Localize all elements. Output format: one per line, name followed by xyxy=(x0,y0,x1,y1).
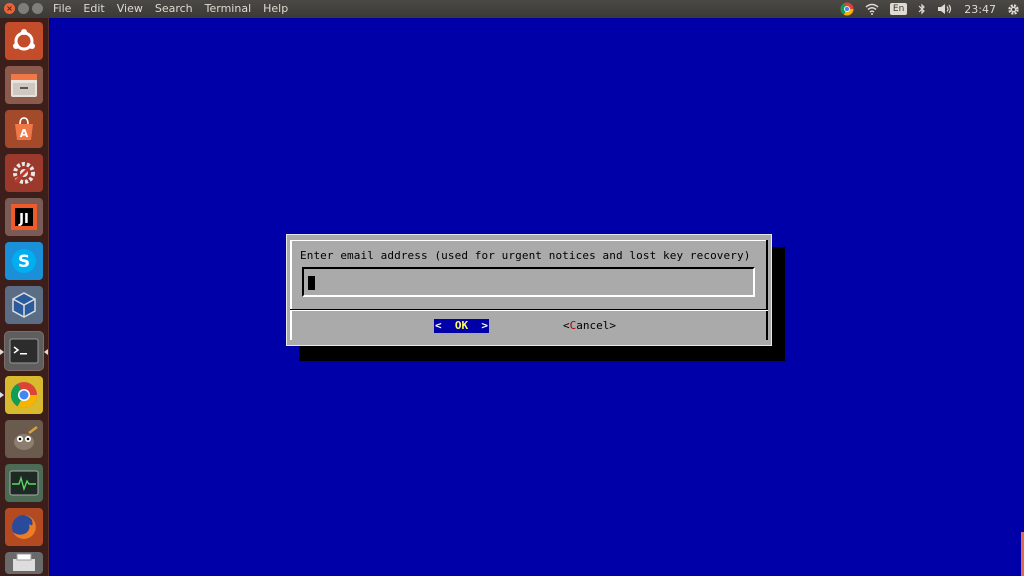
skype-icon[interactable]: S xyxy=(5,242,43,280)
divider xyxy=(290,310,768,311)
ok-left-bracket: < xyxy=(435,319,442,332)
cancel-right-bracket: > xyxy=(609,319,616,332)
bluetooth-icon[interactable] xyxy=(918,3,926,15)
minimize-window-button[interactable] xyxy=(18,3,29,14)
menu-terminal[interactable]: Terminal xyxy=(205,2,252,15)
system-monitor-icon[interactable] xyxy=(5,464,43,502)
menu-edit[interactable]: Edit xyxy=(83,2,104,15)
svg-text:A: A xyxy=(20,127,29,140)
svg-text:JI: JI xyxy=(18,212,29,227)
ok-label: OK xyxy=(454,319,469,332)
dialog-frame xyxy=(290,240,768,241)
email-input-dialog: Enter email address (used for urgent not… xyxy=(286,234,772,346)
close-window-button[interactable]: × xyxy=(4,3,15,14)
menu-help[interactable]: Help xyxy=(263,2,288,15)
volume-icon[interactable] xyxy=(937,3,953,15)
settings-icon[interactable] xyxy=(5,154,43,192)
gear-icon[interactable] xyxy=(1007,3,1020,16)
cancel-left-bracket: < xyxy=(563,319,570,332)
software-center-icon[interactable]: A xyxy=(5,110,43,148)
ok-right-bracket: > xyxy=(481,319,488,332)
running-indicator xyxy=(0,349,4,355)
gimp-icon[interactable] xyxy=(5,420,43,458)
launcher: A JI S xyxy=(0,18,49,576)
virtualbox-icon[interactable] xyxy=(5,286,43,324)
menu-view[interactable]: View xyxy=(117,2,143,15)
terminal-icon[interactable] xyxy=(4,331,44,371)
window-controls: × xyxy=(4,3,43,14)
focused-indicator xyxy=(44,349,48,355)
dialog-frame xyxy=(766,240,768,340)
cancel-label: ancel xyxy=(576,319,610,332)
maximize-window-button[interactable] xyxy=(32,3,43,14)
dialog-prompt: Enter email address (used for urgent not… xyxy=(300,249,751,262)
ubuntu-icon[interactable] xyxy=(5,22,43,60)
menu-bar: File Edit View Search Terminal Help xyxy=(53,2,300,15)
clock[interactable]: 23:47 xyxy=(964,3,996,16)
email-input[interactable] xyxy=(302,267,755,297)
keyboard-layout-indicator[interactable]: En xyxy=(889,3,908,15)
files-icon[interactable] xyxy=(5,66,43,104)
wifi-icon[interactable] xyxy=(865,3,879,15)
cancel-button[interactable]: <Cancel> xyxy=(563,319,616,332)
text-cursor xyxy=(308,276,315,290)
ok-button[interactable]: < OK > xyxy=(434,319,489,333)
printer-icon[interactable] xyxy=(5,552,43,574)
menu-file[interactable]: File xyxy=(53,2,71,15)
firefox-icon[interactable] xyxy=(5,508,43,546)
running-indicator xyxy=(0,392,4,398)
chrome-indicator-icon[interactable] xyxy=(840,2,854,16)
top-panel: × File Edit View Search Terminal Help En… xyxy=(0,0,1024,18)
dialog-frame xyxy=(290,240,292,340)
jetbrains-icon[interactable]: JI xyxy=(5,198,43,236)
indicator-area: En 23:47 xyxy=(840,0,1020,18)
svg-text:S: S xyxy=(18,252,30,272)
menu-search[interactable]: Search xyxy=(155,2,193,15)
chrome-icon[interactable] xyxy=(5,376,43,414)
